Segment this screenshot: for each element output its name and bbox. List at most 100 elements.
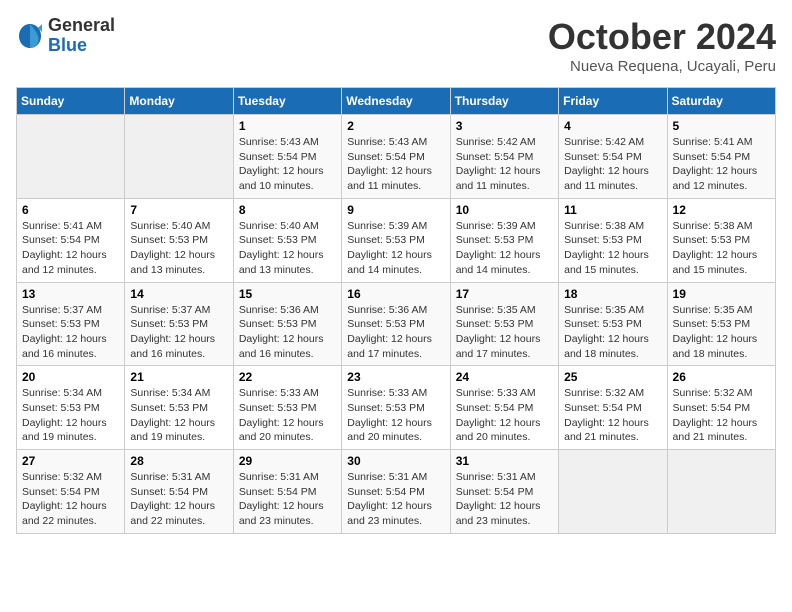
day-number: 9 xyxy=(347,203,444,217)
calendar-body: 1 Sunrise: 5:43 AM Sunset: 5:54 PM Daylig… xyxy=(17,115,776,534)
calendar-cell: 27 Sunrise: 5:32 AM Sunset: 5:54 PM Dayli… xyxy=(17,450,125,534)
day-info: Sunrise: 5:31 AM Sunset: 5:54 PM Dayligh… xyxy=(130,470,227,529)
calendar-cell: 24 Sunrise: 5:33 AM Sunset: 5:54 PM Dayli… xyxy=(450,366,558,450)
day-number: 24 xyxy=(456,370,553,384)
calendar-cell: 5Sunrise: 5:41 AM Sunset: 5:54 PM Daylig… xyxy=(667,115,775,199)
day-number: 20 xyxy=(22,370,119,384)
day-info: Sunrise: 5:32 AM Sunset: 5:54 PM Dayligh… xyxy=(673,386,770,445)
day-info: Sunrise: 5:35 AM Sunset: 5:53 PM Dayligh… xyxy=(673,303,770,362)
weekday-header-tuesday: Tuesday xyxy=(233,88,341,115)
day-info: Sunrise: 5:33 AM Sunset: 5:53 PM Dayligh… xyxy=(347,386,444,445)
calendar-cell: 31Sunrise: 5:31 AM Sunset: 5:54 PM Dayli… xyxy=(450,450,558,534)
day-info: Sunrise: 5:41 AM Sunset: 5:54 PM Dayligh… xyxy=(22,219,119,278)
day-info: Sunrise: 5:40 AM Sunset: 5:53 PM Dayligh… xyxy=(130,219,227,278)
calendar-week-2: 6 Sunrise: 5:41 AM Sunset: 5:54 PM Daylig… xyxy=(17,198,776,282)
day-info: Sunrise: 5:33 AM Sunset: 5:53 PM Dayligh… xyxy=(239,386,336,445)
day-info: Sunrise: 5:38 AM Sunset: 5:53 PM Dayligh… xyxy=(673,219,770,278)
page-header: General Blue October 2024 Nueva Requena,… xyxy=(16,16,776,75)
calendar-header: SundayMondayTuesdayWednesdayThursdayFrid… xyxy=(17,88,776,115)
day-number: 13 xyxy=(22,287,119,301)
calendar-cell: 23 Sunrise: 5:33 AM Sunset: 5:53 PM Dayli… xyxy=(342,366,450,450)
weekday-header-thursday: Thursday xyxy=(450,88,558,115)
day-number: 6 xyxy=(22,203,119,217)
day-number: 19 xyxy=(673,287,770,301)
day-number: 25 xyxy=(564,370,661,384)
day-number: 2 xyxy=(347,119,444,133)
day-number: 16 xyxy=(347,287,444,301)
day-number: 4 xyxy=(564,119,661,133)
day-info: Sunrise: 5:39 AM Sunset: 5:53 PM Dayligh… xyxy=(456,219,553,278)
day-info: Sunrise: 5:35 AM Sunset: 5:53 PM Dayligh… xyxy=(456,303,553,362)
calendar-cell: 10 Sunrise: 5:39 AM Sunset: 5:53 PM Dayli… xyxy=(450,198,558,282)
calendar-cell: 18Sunrise: 5:35 AM Sunset: 5:53 PM Dayli… xyxy=(559,282,667,366)
logo-icon xyxy=(16,22,44,50)
day-info: Sunrise: 5:43 AM Sunset: 5:54 PM Dayligh… xyxy=(239,135,336,194)
day-info: Sunrise: 5:34 AM Sunset: 5:53 PM Dayligh… xyxy=(130,386,227,445)
logo: General Blue xyxy=(16,16,115,56)
day-info: Sunrise: 5:33 AM Sunset: 5:54 PM Dayligh… xyxy=(456,386,553,445)
day-info: Sunrise: 5:37 AM Sunset: 5:53 PM Dayligh… xyxy=(130,303,227,362)
day-number: 26 xyxy=(673,370,770,384)
calendar-cell: 28 Sunrise: 5:31 AM Sunset: 5:54 PM Dayli… xyxy=(125,450,233,534)
calendar-week-3: 13 Sunrise: 5:37 AM Sunset: 5:53 PM Dayli… xyxy=(17,282,776,366)
day-info: Sunrise: 5:31 AM Sunset: 5:54 PM Dayligh… xyxy=(347,470,444,529)
day-number: 15 xyxy=(239,287,336,301)
calendar-cell xyxy=(667,450,775,534)
day-info: Sunrise: 5:36 AM Sunset: 5:53 PM Dayligh… xyxy=(347,303,444,362)
calendar-cell: 17Sunrise: 5:35 AM Sunset: 5:53 PM Dayli… xyxy=(450,282,558,366)
calendar-cell xyxy=(559,450,667,534)
weekday-header-friday: Friday xyxy=(559,88,667,115)
title-block: October 2024 Nueva Requena, Ucayali, Per… xyxy=(548,16,776,75)
day-info: Sunrise: 5:41 AM Sunset: 5:54 PM Dayligh… xyxy=(673,135,770,194)
weekday-header-sunday: Sunday xyxy=(17,88,125,115)
day-info: Sunrise: 5:37 AM Sunset: 5:53 PM Dayligh… xyxy=(22,303,119,362)
day-number: 30 xyxy=(347,454,444,468)
day-number: 7 xyxy=(130,203,227,217)
logo-text: General Blue xyxy=(48,16,115,56)
day-number: 27 xyxy=(22,454,119,468)
calendar-cell: 3 Sunrise: 5:42 AM Sunset: 5:54 PM Daylig… xyxy=(450,115,558,199)
day-number: 11 xyxy=(564,203,661,217)
day-number: 22 xyxy=(239,370,336,384)
calendar-cell: 26 Sunrise: 5:32 AM Sunset: 5:54 PM Dayli… xyxy=(667,366,775,450)
day-number: 1 xyxy=(239,119,336,133)
calendar-week-4: 20 Sunrise: 5:34 AM Sunset: 5:53 PM Dayli… xyxy=(17,366,776,450)
day-info: Sunrise: 5:34 AM Sunset: 5:53 PM Dayligh… xyxy=(22,386,119,445)
calendar-header-row: SundayMondayTuesdayWednesdayThursdayFrid… xyxy=(17,88,776,115)
day-number: 21 xyxy=(130,370,227,384)
day-info: Sunrise: 5:36 AM Sunset: 5:53 PM Dayligh… xyxy=(239,303,336,362)
day-number: 3 xyxy=(456,119,553,133)
day-info: Sunrise: 5:31 AM Sunset: 5:54 PM Dayligh… xyxy=(239,470,336,529)
weekday-header-saturday: Saturday xyxy=(667,88,775,115)
calendar-cell: 16 Sunrise: 5:36 AM Sunset: 5:53 PM Dayli… xyxy=(342,282,450,366)
calendar-cell: 20 Sunrise: 5:34 AM Sunset: 5:53 PM Dayli… xyxy=(17,366,125,450)
calendar-cell xyxy=(125,115,233,199)
weekday-header-wednesday: Wednesday xyxy=(342,88,450,115)
calendar-cell xyxy=(17,115,125,199)
day-info: Sunrise: 5:31 AM Sunset: 5:54 PM Dayligh… xyxy=(456,470,553,529)
location: Nueva Requena, Ucayali, Peru xyxy=(548,58,776,75)
calendar-cell: 30 Sunrise: 5:31 AM Sunset: 5:54 PM Dayli… xyxy=(342,450,450,534)
calendar-cell: 21 Sunrise: 5:34 AM Sunset: 5:53 PM Dayli… xyxy=(125,366,233,450)
day-number: 14 xyxy=(130,287,227,301)
day-number: 28 xyxy=(130,454,227,468)
day-info: Sunrise: 5:42 AM Sunset: 5:54 PM Dayligh… xyxy=(456,135,553,194)
day-info: Sunrise: 5:43 AM Sunset: 5:54 PM Dayligh… xyxy=(347,135,444,194)
day-info: Sunrise: 5:32 AM Sunset: 5:54 PM Dayligh… xyxy=(564,386,661,445)
day-info: Sunrise: 5:35 AM Sunset: 5:53 PM Dayligh… xyxy=(564,303,661,362)
calendar-cell: 7 Sunrise: 5:40 AM Sunset: 5:53 PM Daylig… xyxy=(125,198,233,282)
day-info: Sunrise: 5:32 AM Sunset: 5:54 PM Dayligh… xyxy=(22,470,119,529)
calendar-cell: 19 Sunrise: 5:35 AM Sunset: 5:53 PM Dayli… xyxy=(667,282,775,366)
calendar-cell: 2 Sunrise: 5:43 AM Sunset: 5:54 PM Daylig… xyxy=(342,115,450,199)
calendar-cell: 8Sunrise: 5:40 AM Sunset: 5:53 PM Daylig… xyxy=(233,198,341,282)
logo-general-text: General xyxy=(48,16,115,36)
calendar-cell: 6 Sunrise: 5:41 AM Sunset: 5:54 PM Daylig… xyxy=(17,198,125,282)
calendar-cell: 29Sunrise: 5:31 AM Sunset: 5:54 PM Dayli… xyxy=(233,450,341,534)
calendar-cell: 9Sunrise: 5:39 AM Sunset: 5:53 PM Daylig… xyxy=(342,198,450,282)
day-number: 10 xyxy=(456,203,553,217)
day-number: 12 xyxy=(673,203,770,217)
calendar-cell: 4Sunrise: 5:42 AM Sunset: 5:54 PM Daylig… xyxy=(559,115,667,199)
day-number: 23 xyxy=(347,370,444,384)
calendar-cell: 12 Sunrise: 5:38 AM Sunset: 5:53 PM Dayli… xyxy=(667,198,775,282)
calendar-week-5: 27 Sunrise: 5:32 AM Sunset: 5:54 PM Dayli… xyxy=(17,450,776,534)
